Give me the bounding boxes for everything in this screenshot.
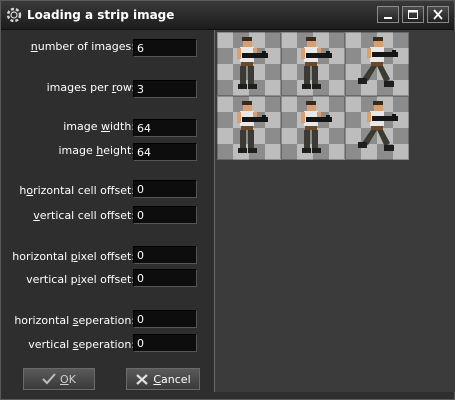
preview-panel	[214, 30, 455, 392]
minimize-button[interactable]	[377, 6, 399, 23]
window-title: Loading a strip image	[27, 8, 175, 22]
sprite-frame	[217, 96, 281, 160]
sprite-frame	[345, 32, 409, 96]
checkmark-icon	[42, 373, 56, 385]
gear-icon	[5, 6, 23, 24]
cancel-label-mnemonic: C	[153, 372, 162, 386]
images-per-row-label: images per row:	[46, 81, 135, 94]
vertical-cell-offset-label: vertical cell offset:	[33, 209, 135, 222]
cancel-x-icon	[136, 373, 149, 385]
vertical-pixel-offset-label: vertical pixel offset:	[26, 273, 135, 286]
image-width-input[interactable]	[133, 119, 197, 137]
number-of-images-label: number of images:	[30, 40, 135, 53]
cancel-button[interactable]: Cancel	[126, 368, 200, 390]
close-icon	[433, 9, 443, 20]
close-button[interactable]	[427, 6, 449, 23]
horizontal-separation-label: horizontal seperation:	[14, 314, 135, 327]
sprite-frame	[345, 96, 409, 160]
images-per-row-input[interactable]	[133, 80, 197, 98]
maximize-button[interactable]	[402, 6, 424, 23]
vertical-pixel-offset-input[interactable]	[133, 269, 197, 287]
maximize-icon	[408, 10, 418, 19]
sprite-frame	[281, 32, 345, 96]
image-height-label: image height:	[58, 144, 135, 157]
horizontal-cell-offset-input[interactable]	[133, 180, 197, 198]
strip-image-dialog: Loading a strip image number of images: …	[0, 0, 455, 400]
vertical-separation-input[interactable]	[133, 334, 197, 352]
cancel-label: ancel	[161, 372, 191, 386]
strip-preview	[217, 32, 409, 160]
horizontal-pixel-offset-label: horizontal pixel offset:	[12, 250, 135, 263]
number-of-images-input[interactable]	[133, 39, 197, 57]
sprite-frame	[217, 32, 281, 96]
minimize-icon	[384, 17, 392, 19]
horizontal-cell-offset-label: horizontal cell offset:	[19, 184, 135, 197]
vertical-separation-label: vertical seperation:	[28, 338, 135, 351]
image-width-label: image width:	[63, 120, 135, 133]
ok-label-mnemonic: O	[60, 372, 69, 386]
horizontal-pixel-offset-input[interactable]	[133, 246, 197, 264]
ok-label: K	[68, 372, 76, 386]
horizontal-separation-input[interactable]	[133, 310, 197, 328]
image-height-input[interactable]	[133, 143, 197, 161]
vertical-cell-offset-input[interactable]	[133, 206, 197, 224]
ok-button[interactable]: OK	[23, 368, 95, 390]
sprite-frame	[281, 96, 345, 160]
settings-panel: number of images: images per row: image …	[9, 32, 209, 391]
title-bar[interactable]: Loading a strip image	[1, 1, 454, 30]
